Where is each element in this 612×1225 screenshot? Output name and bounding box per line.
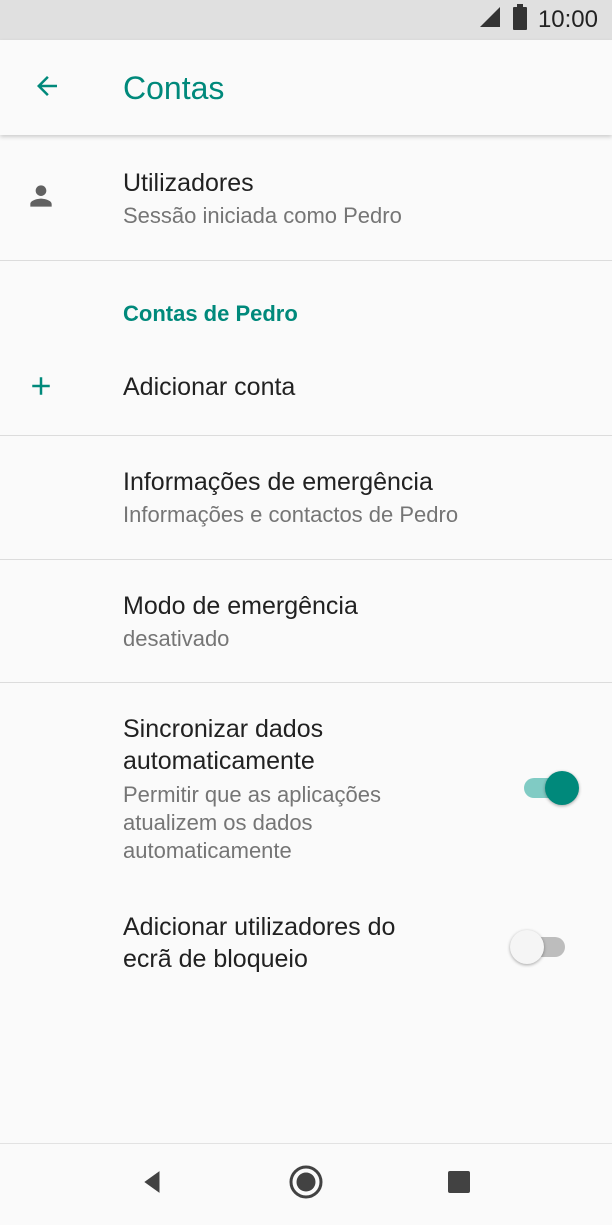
accounts-section: Contas de Pedro Adicionar conta — [0, 261, 612, 435]
lock-screen-users-title: Adicionar utilizadores do — [123, 913, 396, 941]
nav-home-button[interactable] — [284, 1162, 328, 1206]
cell-signal-icon — [478, 5, 502, 36]
nav-back-icon — [140, 1169, 166, 1200]
add-account-label: Adicionar conta — [123, 373, 296, 401]
auto-sync-subtitle: atualizem os dados — [123, 810, 313, 835]
battery-icon — [512, 3, 528, 37]
plus-icon — [22, 371, 60, 401]
back-button[interactable] — [22, 68, 72, 108]
users-title: Utilizadores — [123, 169, 254, 197]
lock-screen-users-toggle[interactable] — [510, 927, 568, 967]
status-time: 10:00 — [537, 6, 598, 33]
users-subtitle: Sessão iniciada como Pedro — [123, 203, 402, 228]
auto-sync-item[interactable]: Sincronizar dados automaticamente Permit… — [0, 683, 612, 893]
lock-screen-users-title: ecrã de bloqueio — [123, 945, 308, 973]
status-bar: 10:00 — [0, 0, 612, 40]
arrow-back-icon — [32, 71, 62, 106]
person-icon — [22, 180, 60, 212]
toggle-thumb — [510, 930, 544, 964]
nav-home-icon — [288, 1164, 324, 1205]
app-bar: Contas — [0, 40, 612, 135]
toggle-thumb — [545, 771, 579, 805]
auto-sync-subtitle: Permitir que as aplicações — [123, 782, 382, 807]
page-title: Contas — [123, 70, 225, 106]
emergency-info-title: Informações de emergência — [123, 468, 433, 496]
lock-screen-users-item[interactable]: Adicionar utilizadores do ecrã de bloque… — [0, 893, 612, 1013]
nav-recents-button[interactable] — [437, 1162, 481, 1206]
add-account-item[interactable]: Adicionar conta — [0, 351, 612, 435]
navigation-bar — [0, 1143, 612, 1225]
section-header: Contas de Pedro — [123, 301, 298, 326]
auto-sync-title: automaticamente — [123, 747, 315, 775]
nav-recents-icon — [447, 1170, 471, 1199]
emergency-info-subtitle: Informações e contactos de Pedro — [123, 502, 459, 527]
settings-list: Utilizadores Sessão iniciada como Pedro … — [0, 135, 612, 1013]
auto-sync-title: Sincronizar dados — [123, 715, 324, 743]
auto-sync-toggle[interactable] — [521, 768, 579, 808]
emergency-info-item[interactable]: Informações de emergência Informações e … — [0, 436, 612, 559]
users-item[interactable]: Utilizadores Sessão iniciada como Pedro — [0, 135, 612, 260]
emergency-mode-item[interactable]: Modo de emergência desativado — [0, 560, 612, 682]
emergency-mode-subtitle: desativado — [123, 626, 230, 651]
auto-sync-subtitle: automaticamente — [123, 838, 292, 863]
nav-back-button[interactable] — [131, 1162, 175, 1206]
emergency-mode-title: Modo de emergência — [123, 592, 358, 620]
